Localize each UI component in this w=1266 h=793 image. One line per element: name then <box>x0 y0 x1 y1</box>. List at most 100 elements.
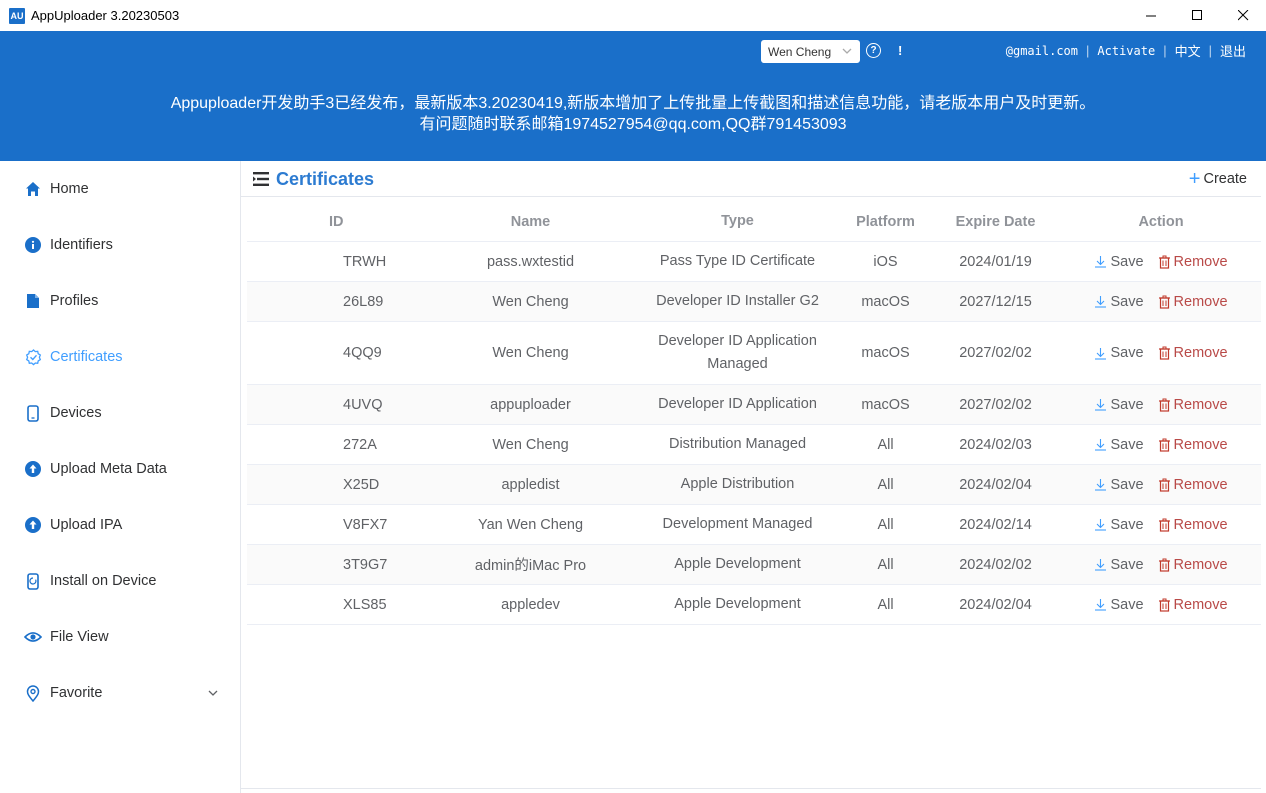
cell-type: Developer ID Installer G2 <box>656 293 819 309</box>
remove-button[interactable]: Remove <box>1158 477 1228 493</box>
create-button[interactable]: + Create <box>1189 169 1247 189</box>
table-row[interactable]: TRWH pass.wxtestid Pass Type ID Certificat… <box>247 242 1261 282</box>
account-email: @gmail.com <box>1005 43 1078 58</box>
remove-button[interactable]: Remove <box>1158 254 1228 270</box>
table-row[interactable]: X25D appledist Apple Distribution All 2024/0… <box>247 465 1261 505</box>
cell-platform: All <box>877 476 894 493</box>
save-label: Save <box>1110 556 1144 573</box>
minimize-button[interactable] <box>1128 0 1174 31</box>
sidebar: Home Identifiers Profiles Certificates D… <box>0 161 241 793</box>
save-button[interactable]: Save <box>1094 345 1144 361</box>
col-header-expire-date[interactable]: Expire Date <box>930 214 1061 230</box>
remove-label: Remove <box>1173 253 1228 270</box>
cell-id: XLS85 <box>343 596 387 613</box>
remove-label: Remove <box>1173 436 1228 453</box>
remove-button[interactable]: Remove <box>1158 294 1228 310</box>
save-button[interactable]: Save <box>1094 436 1144 453</box>
announcement-line-2: 有问题随时联系邮箱1974527954@qq.com,QQ群791453093 <box>419 116 847 133</box>
remove-button[interactable]: Remove <box>1158 397 1228 413</box>
table-row[interactable]: 26L89 Wen Cheng Developer ID Installer G2 m… <box>247 282 1261 322</box>
home-icon <box>24 180 42 198</box>
activate-link[interactable]: Activate <box>1097 44 1155 58</box>
cell-expire-date: 2024/02/04 <box>959 476 1032 493</box>
download-icon <box>1095 296 1107 308</box>
close-button[interactable] <box>1220 0 1266 31</box>
language-link[interactable]: 中文 <box>1175 41 1201 60</box>
sidebar-item-install-on-device[interactable]: Install on Device <box>0 561 240 601</box>
download-icon <box>1095 256 1107 268</box>
cell-platform: macOS <box>861 396 910 413</box>
table-row[interactable]: 4QQ9 Wen Cheng Developer ID Application Ma… <box>247 322 1261 385</box>
sidebar-item-label: Install on Device <box>50 573 157 589</box>
cell-id: 4UVQ <box>343 396 383 413</box>
table-row[interactable]: V8FX7 Yan Wen Cheng Development Managed All… <box>247 505 1261 545</box>
save-button[interactable]: Save <box>1094 254 1144 270</box>
sidebar-item-certificates[interactable]: Certificates <box>0 337 240 377</box>
divider <box>241 788 1261 789</box>
menu-fold-icon[interactable] <box>253 172 269 186</box>
sidebar-item-file-view[interactable]: File View <box>0 617 240 657</box>
sidebar-item-upload-meta-data[interactable]: Upload Meta Data <box>0 449 240 489</box>
divider: | <box>1163 43 1167 58</box>
location-icon <box>24 684 42 702</box>
eye-icon <box>24 628 42 646</box>
save-button[interactable]: Save <box>1094 396 1144 413</box>
sidebar-item-identifiers[interactable]: Identifiers <box>0 225 240 265</box>
col-header-platform[interactable]: Platform <box>841 214 930 230</box>
certificates-table: ID Name Type Platform Expire Date Action… <box>247 202 1261 625</box>
table-row[interactable]: 272A Wen Cheng Distribution Managed All 2024… <box>247 425 1261 465</box>
save-button[interactable]: Save <box>1094 477 1144 493</box>
account-select[interactable]: Wen Cheng <box>761 40 860 63</box>
cell-expire-date: 2027/02/02 <box>959 345 1032 361</box>
sidebar-item-devices[interactable]: Devices <box>0 393 240 433</box>
maximize-button[interactable] <box>1174 0 1220 31</box>
save-label: Save <box>1110 436 1144 453</box>
upload-icon <box>24 460 42 478</box>
cell-platform: All <box>877 556 894 573</box>
minimize-icon <box>1145 15 1156 17</box>
save-button[interactable]: Save <box>1094 517 1144 533</box>
cell-type: Developer ID Application <box>658 396 817 412</box>
table-header: ID Name Type Platform Expire Date Action <box>247 202 1261 242</box>
divider: | <box>1208 43 1212 58</box>
profile-icon <box>24 292 42 310</box>
save-button[interactable]: Save <box>1094 597 1144 613</box>
cell-type: Pass Type ID Certificate <box>659 253 816 269</box>
remove-button[interactable]: Remove <box>1158 557 1228 573</box>
sidebar-item-label: Upload Meta Data <box>50 461 167 477</box>
cell-expire-date: 2024/02/14 <box>959 516 1032 533</box>
col-header-name[interactable]: Name <box>427 214 634 230</box>
remove-button[interactable]: Remove <box>1158 517 1228 533</box>
remove-button[interactable]: Remove <box>1158 597 1228 613</box>
remove-button[interactable]: Remove <box>1158 345 1228 361</box>
save-label: Save <box>1110 396 1144 413</box>
cell-expire-date: 2024/01/19 <box>959 253 1032 270</box>
download-icon <box>1095 439 1107 451</box>
sidebar-item-home[interactable]: Home <box>0 169 240 209</box>
save-button[interactable]: Save <box>1094 294 1144 310</box>
logout-link[interactable]: 退出 <box>1220 41 1246 60</box>
trash-icon <box>1158 598 1170 612</box>
sidebar-item-upload-ipa[interactable]: Upload IPA <box>0 505 240 545</box>
table-row[interactable]: 3T9G7 admin的iMac Pro Apple Development All 2… <box>247 545 1261 585</box>
trash-icon <box>1158 346 1170 360</box>
save-button[interactable]: Save <box>1094 556 1144 573</box>
cell-platform: macOS <box>861 293 910 310</box>
cell-action: Save Remove <box>1061 517 1261 533</box>
cell-expire-date: 2024/02/03 <box>959 436 1032 453</box>
cell-platform: macOS <box>861 345 910 361</box>
table-row[interactable]: XLS85 appledev Apple Development All 2024/02… <box>247 585 1261 625</box>
col-header-type[interactable]: Type <box>634 210 841 233</box>
info-icon <box>24 236 42 254</box>
cell-id: X25D <box>343 476 380 493</box>
remove-button[interactable]: Remove <box>1158 437 1228 453</box>
sidebar-item-label: Identifiers <box>50 237 113 253</box>
cell-id: 272A <box>343 436 377 453</box>
sidebar-item-profiles[interactable]: Profiles <box>0 281 240 321</box>
cell-name: Wen Cheng <box>492 293 569 310</box>
notice-icon[interactable]: ! <box>898 43 902 58</box>
help-icon[interactable]: ? <box>866 43 881 58</box>
sidebar-item-favorite[interactable]: Favorite <box>0 673 240 713</box>
table-row[interactable]: 4UVQ appuploader Developer ID Application m… <box>247 385 1261 425</box>
col-header-id[interactable]: ID <box>247 214 427 230</box>
